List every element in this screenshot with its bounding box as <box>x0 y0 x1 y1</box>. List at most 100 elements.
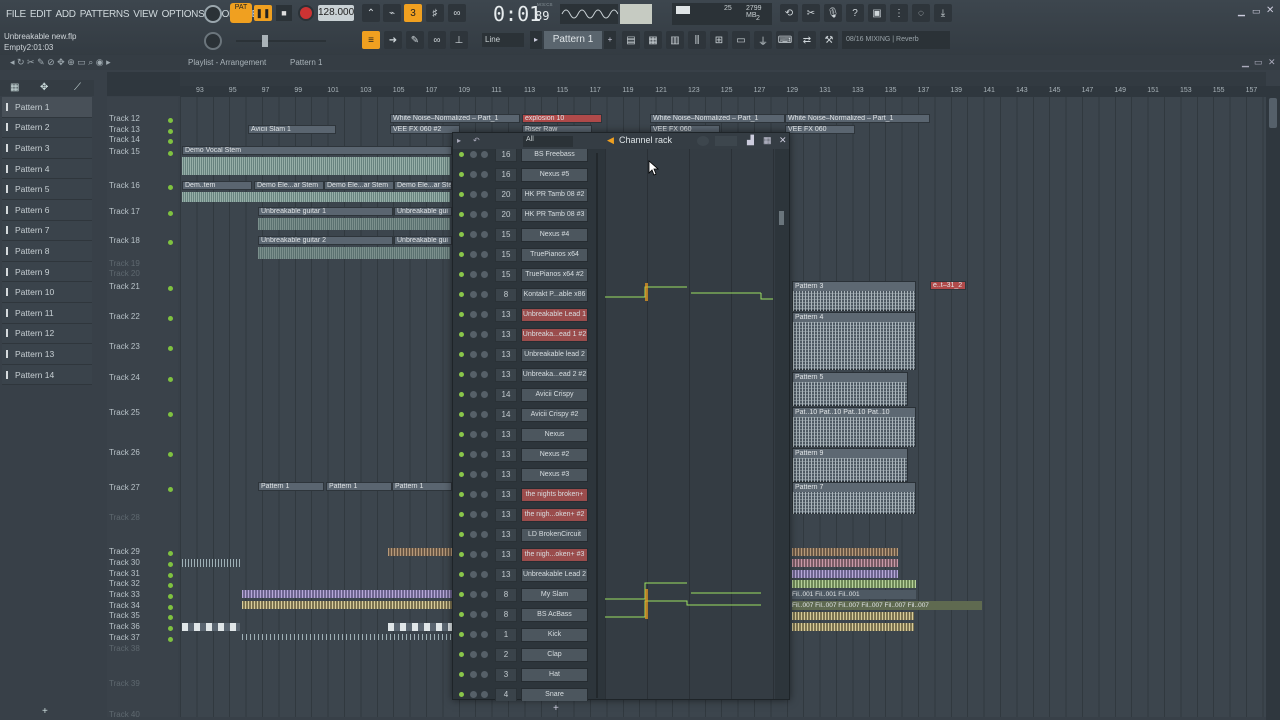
track-mute-led[interactable] <box>168 626 173 631</box>
pattern-clip[interactable]: Pattern 4 <box>792 312 916 370</box>
track-mute-led[interactable] <box>168 583 173 588</box>
link-icon[interactable]: ∞ <box>428 31 446 49</box>
track-label[interactable]: Track 27 <box>109 483 140 492</box>
channel-name-button[interactable]: HK PR Tamb 08 #3 <box>521 208 588 222</box>
track-mute-led[interactable] <box>168 412 173 417</box>
pan-knob[interactable] <box>470 171 477 178</box>
volume-knob[interactable] <box>481 311 488 318</box>
pan-knob[interactable] <box>470 191 477 198</box>
playlist-close-icon[interactable]: ✕ <box>1268 57 1276 68</box>
playlist-clip[interactable]: VEE FX 060 #2 <box>390 125 460 134</box>
track29-pattern[interactable] <box>388 548 452 556</box>
track-mute-led[interactable] <box>168 185 173 190</box>
channel-name-button[interactable]: Kick <box>521 628 588 642</box>
channel-led[interactable] <box>459 592 464 597</box>
channel-led[interactable] <box>459 312 464 317</box>
mixer-track-number[interactable]: 15 <box>495 248 517 262</box>
volume-knob[interactable] <box>481 611 488 618</box>
pattern-item[interactable]: Pattern 10 <box>2 282 92 303</box>
channel-led[interactable] <box>459 532 464 537</box>
volume-knob[interactable] <box>481 491 488 498</box>
volume-knob[interactable] <box>481 351 488 358</box>
pan-knob[interactable] <box>470 411 477 418</box>
pan-knob[interactable] <box>470 391 477 398</box>
playlist-clip[interactable]: Unbreakable guitar 2 <box>258 236 393 245</box>
playlist-clip[interactable]: Unbreakable guitar 1 <box>258 207 393 216</box>
loop-record-icon[interactable]: ∞ <box>448 4 466 22</box>
pan-knob[interactable] <box>470 691 477 698</box>
pattern-item[interactable]: Pattern 13 <box>2 344 92 365</box>
channel-led[interactable] <box>459 352 464 357</box>
channel-row[interactable]: 13 Nexus #3 <box>453 465 603 485</box>
track-label[interactable]: Track 24 <box>109 373 140 382</box>
volume-knob[interactable] <box>481 411 488 418</box>
pattern-picker-icon[interactable]: ▦ <box>10 82 19 93</box>
pattern-item[interactable]: Pattern 5 <box>2 179 92 200</box>
pattern-item[interactable]: Pattern 12 <box>2 323 92 345</box>
channel-row[interactable]: 13 the nights broken+ <box>453 485 603 505</box>
channel-rack-close-icon[interactable]: ✕ <box>779 135 787 146</box>
wait-input-icon[interactable]: ⌁ <box>383 4 401 22</box>
download-icon[interactable]: ⤓ <box>934 4 952 22</box>
pan-knob[interactable] <box>470 671 477 678</box>
channel-led[interactable] <box>459 612 464 617</box>
playlist-maximize-icon[interactable]: ▭ <box>1254 57 1263 68</box>
tempo-display[interactable]: 128.000 <box>318 5 354 21</box>
channel-name-button[interactable]: Snare <box>521 688 588 701</box>
channel-led[interactable] <box>459 672 464 677</box>
playlist-clip[interactable]: explosion 10 <box>522 114 602 123</box>
track-label[interactable]: Track 30 <box>109 558 140 567</box>
pan-knob[interactable] <box>470 631 477 638</box>
pan-knob[interactable] <box>470 251 477 258</box>
channel-name-button[interactable]: TruePianos x64 <box>521 248 588 262</box>
track30-pattern[interactable] <box>182 559 240 567</box>
blend-notes-icon[interactable]: ♯ <box>426 4 444 22</box>
pattern-selector[interactable]: Pattern 1 <box>544 31 602 49</box>
stamp-icon[interactable]: ⊥ <box>450 31 468 49</box>
pan-knob[interactable] <box>470 531 477 538</box>
track34-pattern[interactable] <box>242 601 452 609</box>
tempo-tapper-icon[interactable]: ⇄ <box>798 31 816 49</box>
channel-piano-roll-preview[interactable] <box>605 149 775 699</box>
volume-knob[interactable] <box>481 151 488 158</box>
track-mute-led[interactable] <box>168 487 173 492</box>
track-label[interactable]: Track 20 <box>109 269 140 278</box>
volume-knob[interactable] <box>481 391 488 398</box>
track31-right[interactable] <box>792 570 898 578</box>
channel-name-button[interactable]: Unbreakable Lead 1 <box>521 308 588 322</box>
pan-knob[interactable] <box>470 571 477 578</box>
pan-knob[interactable] <box>470 351 477 358</box>
channel-name-button[interactable]: Nexus <box>521 428 588 442</box>
pat-song-toggle[interactable]: PAT <box>230 3 252 23</box>
volume-knob[interactable] <box>481 171 488 178</box>
pattern-clip[interactable]: Pattern 5 <box>792 372 908 406</box>
menu-view[interactable]: VIEW <box>131 9 159 20</box>
volume-knob[interactable] <box>481 371 488 378</box>
metronome-icon[interactable]: ⌃ <box>362 4 380 22</box>
channel-row[interactable]: 13 the nigh...oken+ #3 <box>453 545 603 565</box>
playlist-clip[interactable]: Demo Ele...ar Ste <box>394 181 452 190</box>
playlist-clip[interactable]: Pattern 1 <box>326 482 392 491</box>
playlist-clip[interactable]: Demo Vocal Stem <box>182 146 452 155</box>
mixer-track-number[interactable]: 13 <box>495 308 517 322</box>
volume-knob[interactable] <box>481 511 488 518</box>
stop-button[interactable]: ■ <box>276 5 292 21</box>
pan-knob[interactable] <box>470 311 477 318</box>
mixer-track-number[interactable]: 13 <box>495 348 517 362</box>
pan-knob[interactable] <box>470 611 477 618</box>
pan-knob[interactable] <box>470 651 477 658</box>
channel-row[interactable]: 20 HK PR Tamb 08 #3 <box>453 205 603 225</box>
track-mute-led[interactable] <box>168 377 173 382</box>
track-label[interactable]: Track 40 <box>109 710 140 719</box>
channel-row[interactable]: 2 Clap <box>453 645 603 665</box>
pattern-add-icon[interactable]: + <box>604 31 616 49</box>
pattern-clip[interactable]: Pattern 3 <box>792 281 916 311</box>
channel-led[interactable] <box>459 192 464 197</box>
volume-knob[interactable] <box>481 331 488 338</box>
swing-display[interactable] <box>715 136 737 146</box>
mixer-track-number[interactable]: 4 <box>495 688 517 701</box>
microphone-icon[interactable]: 🎙 <box>824 4 842 22</box>
track-mute-led[interactable] <box>168 594 173 599</box>
channel-row[interactable]: 13 Nexus <box>453 425 603 445</box>
track-label[interactable]: Track 21 <box>109 282 140 291</box>
